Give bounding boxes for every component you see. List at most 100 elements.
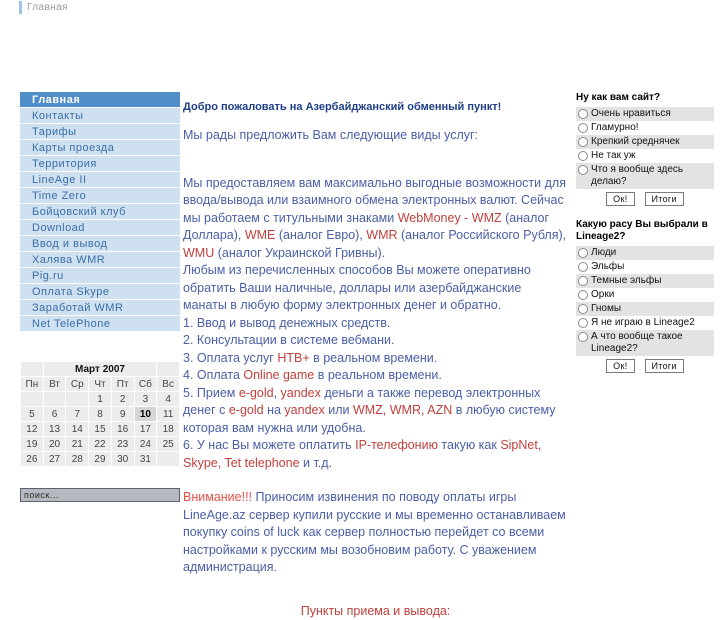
radio-button-icon[interactable] [578, 123, 588, 133]
sidebar-item-7[interactable]: Time Zero [20, 188, 180, 204]
sidebar-item-14[interactable]: Заработай WMR [20, 300, 180, 316]
sidebar-item-5[interactable]: Территория [20, 156, 180, 172]
sidebar-item-8[interactable]: Бойцовский клуб [20, 204, 180, 220]
calendar-day-15[interactable]: 15 [89, 422, 112, 437]
search-input[interactable] [20, 488, 180, 502]
poll-option-label: Гномы [591, 303, 714, 315]
calendar-day-27[interactable]: 27 [43, 452, 66, 467]
radio-button-icon[interactable] [578, 290, 588, 300]
service-4-highlight: Online game [243, 368, 314, 382]
sidebar-menu: ГлавнаяКонтактыТарифыКарты проездаТеррит… [20, 92, 180, 332]
sidebar-item-9[interactable]: Download [20, 220, 180, 236]
calendar-day-5[interactable]: 5 [21, 407, 44, 422]
sidebar-item-6[interactable]: LineAge II [20, 172, 180, 188]
poll-option-label: Не так уж [591, 150, 714, 162]
calendar-day-26[interactable]: 26 [21, 452, 44, 467]
service-6-text-a: 6. У нас Вы можете оплатить [183, 438, 355, 452]
poll-option[interactable]: Темные эльфы [576, 274, 714, 288]
calendar-day-1[interactable]: 1 [89, 392, 112, 407]
calendar-day-23[interactable]: 23 [111, 437, 134, 452]
radio-button-icon[interactable] [578, 248, 588, 258]
poll-option[interactable]: Эльфы [576, 260, 714, 274]
radio-button-icon[interactable] [578, 318, 588, 328]
calendar-day-31[interactable]: 31 [134, 452, 157, 467]
radio-button-icon[interactable] [578, 165, 588, 175]
service-5-highlight-egold: e-gold [239, 386, 274, 400]
poll-option[interactable]: Я не играю в Lineage2 [576, 316, 714, 330]
radio-button-icon[interactable] [578, 276, 588, 286]
calendar-day-2[interactable]: 2 [111, 392, 134, 407]
poll-submit-button[interactable]: Ок! [606, 192, 634, 206]
poll-option[interactable]: Крепкий среднячек [576, 135, 714, 149]
poll-option[interactable]: Люди [576, 246, 714, 260]
calendar-day-18[interactable]: 18 [157, 422, 180, 437]
calendar-day-10[interactable]: 10 [134, 407, 157, 422]
calendar-empty-cell [66, 392, 89, 407]
calendar-week-row: 567891011 [21, 407, 180, 422]
service-3-text-a: 3. Оплата услуг [183, 351, 277, 365]
poll-option-label: Орки [591, 289, 714, 301]
sidebar-item-12[interactable]: Pig.ru [20, 268, 180, 284]
calendar-week-row: 262728293031 [21, 452, 180, 467]
sidebar-item-11[interactable]: Халява WMR [20, 252, 180, 268]
poll-results-button[interactable]: Итоги [645, 192, 684, 206]
sidebar-item-2[interactable]: Контакты [20, 108, 180, 124]
poll-option[interactable]: Очень нравиться [576, 107, 714, 121]
sidebar-item-13[interactable]: Оплата Skype [20, 284, 180, 300]
calendar-day-7[interactable]: 7 [66, 407, 89, 422]
sidebar-item-3[interactable]: Тарифы [20, 124, 180, 140]
calendar-day-9[interactable]: 9 [111, 407, 134, 422]
radio-button-icon[interactable] [578, 304, 588, 314]
poll-option-label: Крепкий среднячек [591, 136, 714, 148]
calendar-day-4[interactable]: 4 [157, 392, 180, 407]
poll-option[interactable]: Гномы [576, 302, 714, 316]
poll-option[interactable]: А что вообще такое Lineage2? [576, 330, 714, 356]
poll-option[interactable]: Орки [576, 288, 714, 302]
calendar-day-6[interactable]: 6 [43, 407, 66, 422]
service-6-highlight-ip: IP-телефонию [355, 438, 438, 452]
calendar-day-30[interactable]: 30 [111, 452, 134, 467]
radio-button-icon[interactable] [578, 137, 588, 147]
calendar-day-14[interactable]: 14 [66, 422, 89, 437]
calendar-day-20[interactable]: 20 [43, 437, 66, 452]
service-item-3: 3. Оплата услуг НТВ+ в реальном времени. [183, 350, 568, 368]
calendar-day-17[interactable]: 17 [134, 422, 157, 437]
calendar-day-13[interactable]: 13 [43, 422, 66, 437]
calendar-day-19[interactable]: 19 [21, 437, 44, 452]
calendar-day-16[interactable]: 16 [111, 422, 134, 437]
sidebar-item-15[interactable]: Net TelePhone [20, 316, 180, 332]
calendar-day-11[interactable]: 11 [157, 407, 180, 422]
poll-submit-button[interactable]: Ок! [606, 359, 634, 373]
calendar-day-28[interactable]: 28 [66, 452, 89, 467]
calendar-dow-6: Сб [134, 377, 157, 392]
poll-option-label: Очень нравиться [591, 108, 714, 120]
radio-button-icon[interactable] [578, 262, 588, 272]
poll-option[interactable]: Гламурно! [576, 121, 714, 135]
calendar-widget: Март 2007 ПнВтСрЧтПтСбВс 123456789101112… [20, 361, 180, 467]
calendar-day-12[interactable]: 12 [21, 422, 44, 437]
poll-option[interactable]: Что я вообще здесь делаю? [576, 163, 714, 189]
sidebar-item-4[interactable]: Карты проезда [20, 140, 180, 156]
breadcrumb-bar: Главная [0, 0, 727, 16]
radio-button-icon[interactable] [578, 332, 588, 342]
sidebar-item-1[interactable]: Главная [20, 92, 180, 108]
poll-buttons: Ок! Итоги [576, 359, 714, 373]
poll-results-button[interactable]: Итоги [645, 359, 684, 373]
calendar-day-25[interactable]: 25 [157, 437, 180, 452]
sidebar-item-10[interactable]: Ввод и вывод [20, 236, 180, 252]
calendar-day-24[interactable]: 24 [134, 437, 157, 452]
calendar-empty-cell [157, 452, 180, 467]
radio-button-icon[interactable] [578, 151, 588, 161]
calendar-day-8[interactable]: 8 [89, 407, 112, 422]
calendar-day-22[interactable]: 22 [89, 437, 112, 452]
right-sidebar: Ну как вам сайт?Очень нравитьсяГламурно!… [576, 92, 714, 386]
poll-option[interactable]: Не так уж [576, 149, 714, 163]
poll-option-label: А что вообще такое Lineage2? [591, 331, 714, 355]
calendar-day-21[interactable]: 21 [66, 437, 89, 452]
service-item-5: 5. Прием e-gold, yandex деньги а также п… [183, 385, 568, 438]
poll-option-label: Я не играю в Lineage2 [591, 317, 714, 329]
radio-button-icon[interactable] [578, 109, 588, 119]
poll-option-label: Эльфы [591, 261, 714, 273]
calendar-day-29[interactable]: 29 [89, 452, 112, 467]
calendar-day-3[interactable]: 3 [134, 392, 157, 407]
